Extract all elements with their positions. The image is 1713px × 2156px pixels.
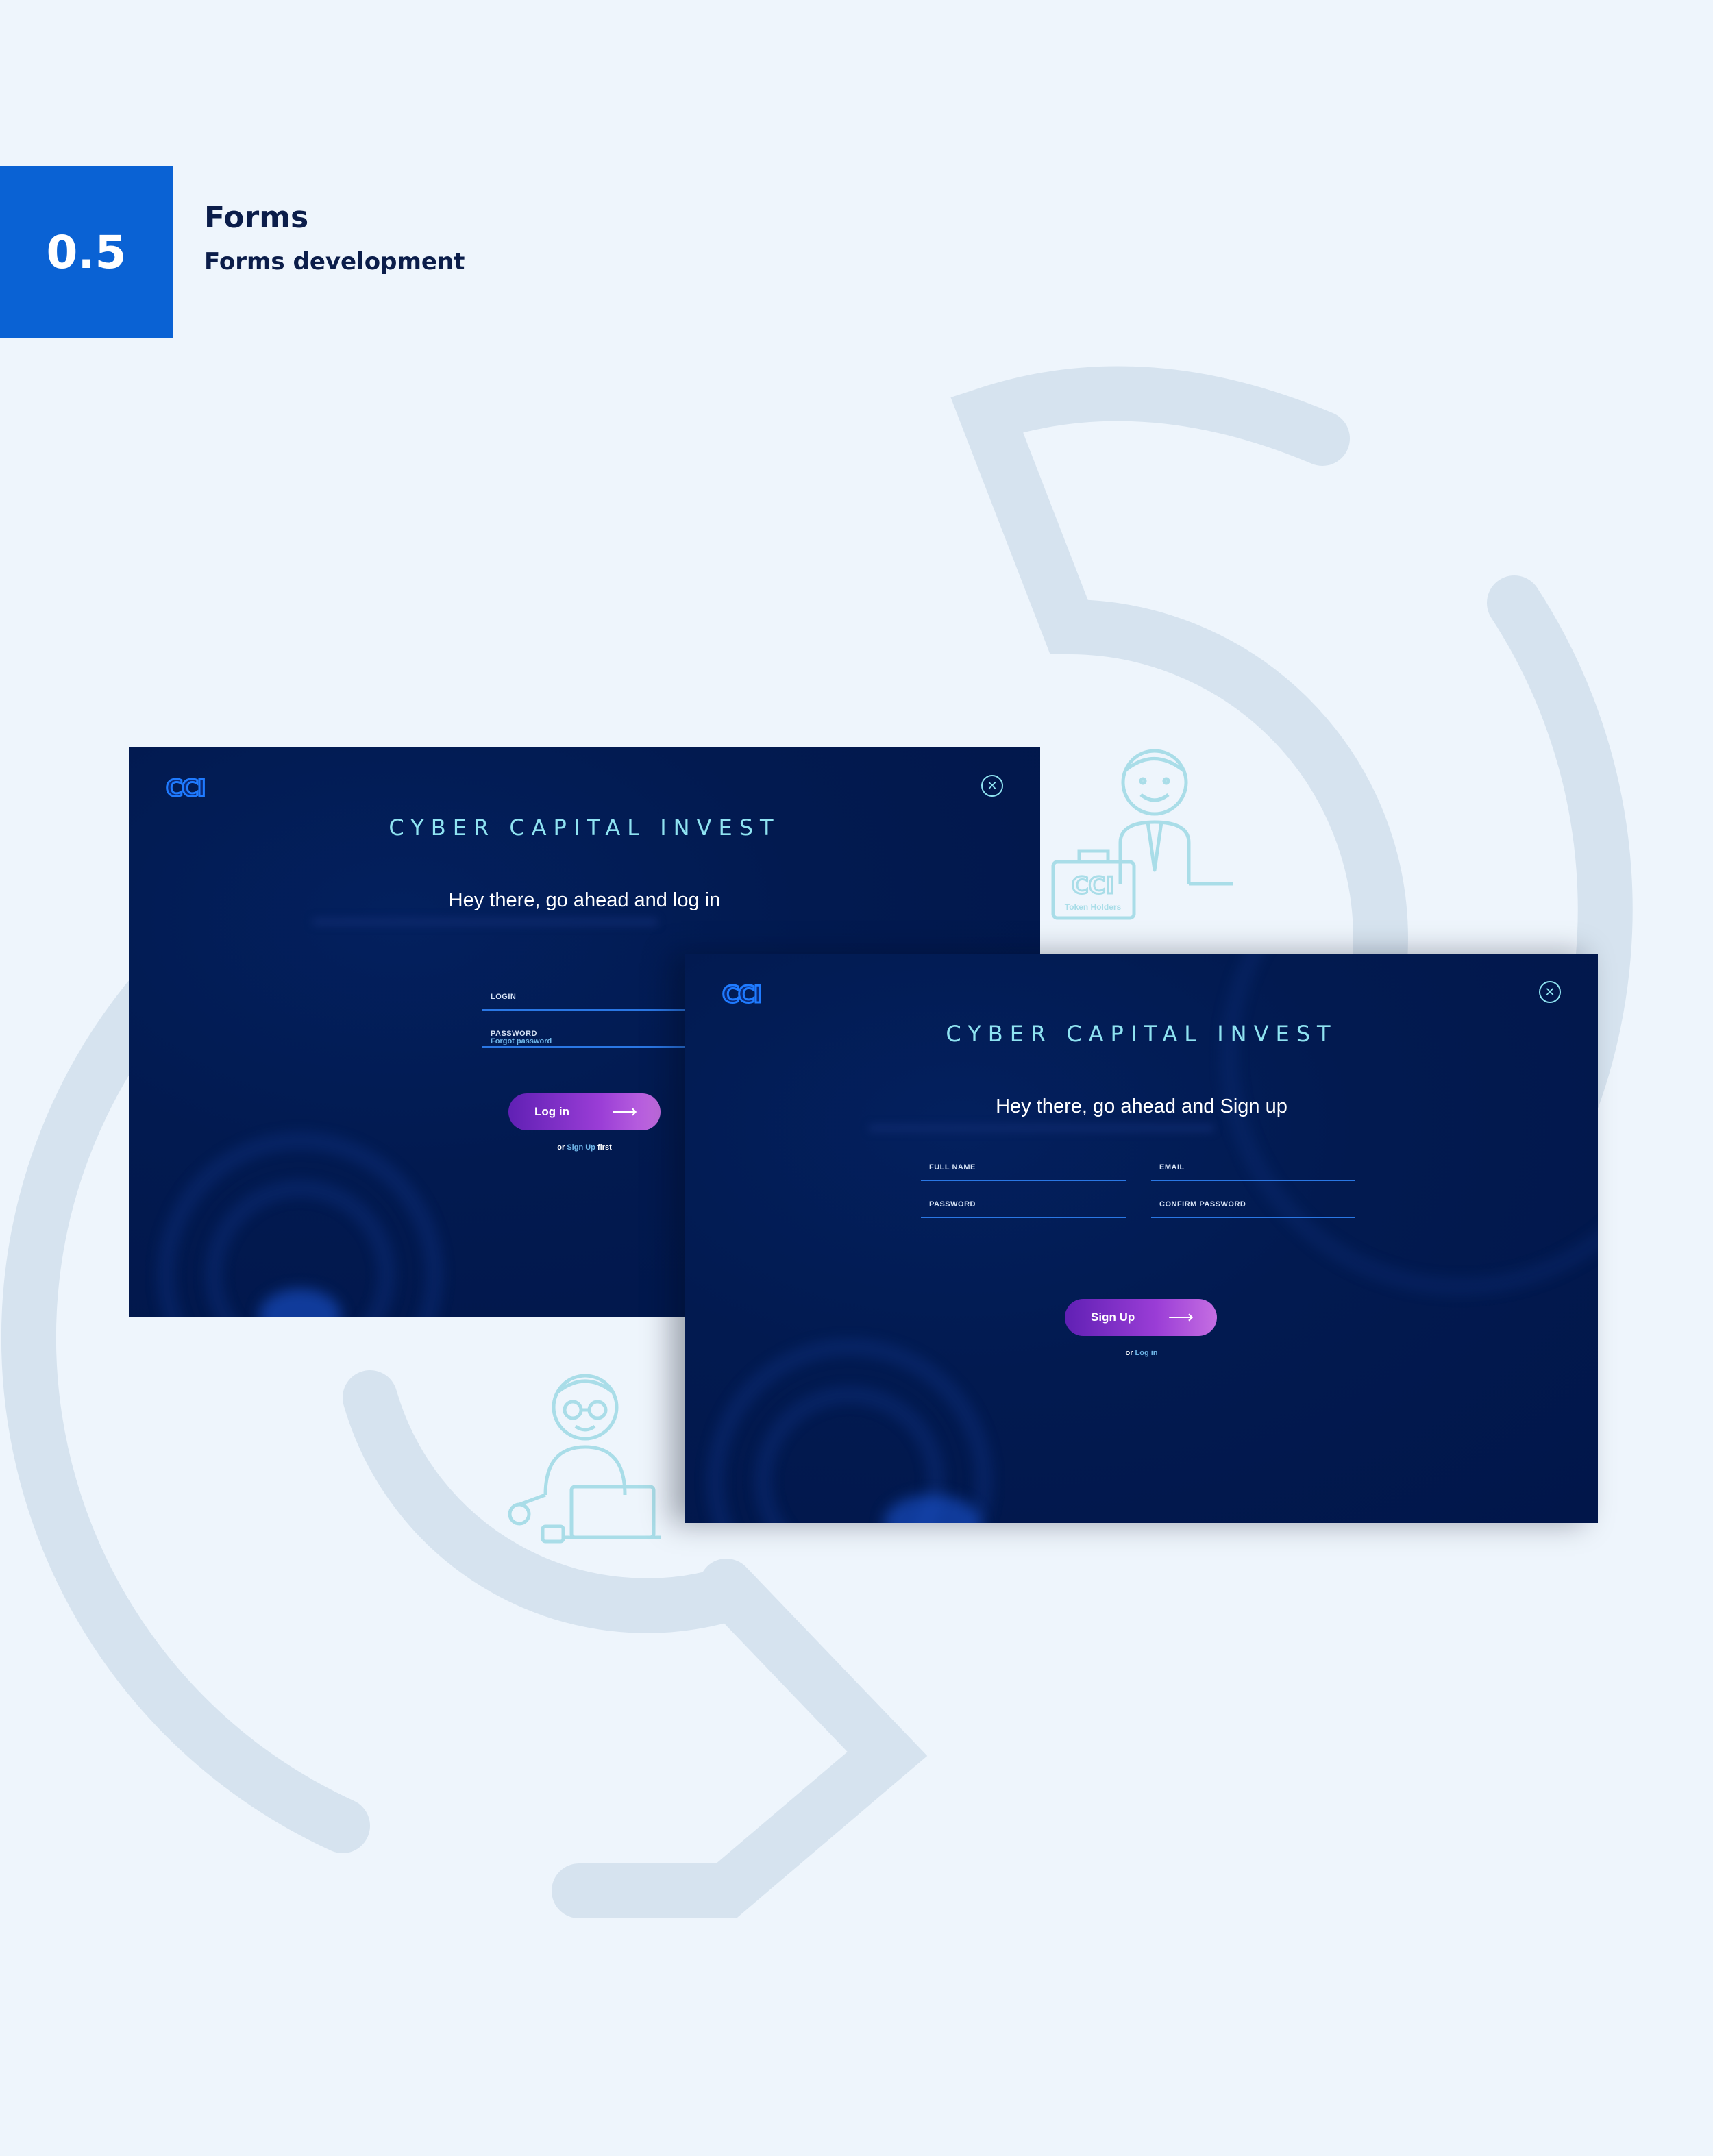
section-number: 0.5	[0, 166, 173, 338]
brand-wordmark: CYBER CAPITAL INVEST	[389, 815, 780, 841]
login-link[interactable]: Log in	[1135, 1349, 1158, 1357]
login-button[interactable]: Log in ⟶	[508, 1093, 661, 1130]
arrow-right-icon: ⟶	[611, 1101, 637, 1122]
signup-screen: ▁▁▁▁▁▁▁▁▁▁▁▁▁ CCI ✕ CYBER CAPITAL INVEST…	[685, 954, 1598, 1523]
signup-prompt-suffix: first	[597, 1143, 612, 1152]
blurred-halo	[1220, 954, 1598, 1296]
email-field[interactable]: EMAIL	[1151, 1151, 1355, 1181]
form-heading: Hey there, go ahead and log in	[448, 889, 721, 911]
section-subtitle: Forms development	[204, 248, 465, 275]
confirm-password-field-label: CONFIRM PASSWORD	[1159, 1200, 1246, 1209]
signup-link[interactable]: Sign Up	[567, 1143, 595, 1152]
login-prompt: or Log in	[685, 1349, 1598, 1357]
full-name-field-label: FULL NAME	[929, 1163, 976, 1172]
briefcase-caption: Token Holders	[1065, 902, 1122, 912]
briefcase-logo: CCI	[1072, 872, 1115, 900]
businessman-illustration: CCI Token Holders	[1051, 749, 1233, 920]
login-field-label: LOGIN	[491, 993, 517, 1001]
close-icon[interactable]: ✕	[1539, 981, 1561, 1003]
login-field[interactable]: LOGIN	[482, 980, 688, 1011]
brand-wordmark: CYBER CAPITAL INVEST	[946, 1021, 1338, 1047]
login-button-label: Log in	[534, 1105, 569, 1118]
signup-password-field[interactable]: PASSWORD	[921, 1188, 1126, 1218]
close-icon[interactable]: ✕	[981, 775, 1003, 797]
signup-password-field-label: PASSWORD	[929, 1200, 976, 1209]
cci-logo: CCI	[722, 980, 764, 1010]
cci-logo: CCI	[165, 774, 208, 804]
forgot-password-link[interactable]: Forgot password	[491, 1037, 552, 1045]
arrow-right-icon: ⟶	[1168, 1306, 1194, 1327]
email-field-label: EMAIL	[1159, 1163, 1185, 1172]
login-prompt-prefix: or	[1125, 1349, 1133, 1357]
full-name-field[interactable]: FULL NAME	[921, 1151, 1126, 1181]
signup-button[interactable]: Sign Up ⟶	[1065, 1299, 1217, 1336]
laptop-user-illustration	[508, 1374, 661, 1544]
signup-button-label: Sign Up	[1091, 1311, 1135, 1324]
confirm-password-field[interactable]: CONFIRM PASSWORD	[1151, 1188, 1355, 1218]
section-title: Forms	[204, 200, 309, 235]
form-heading: Hey there, go ahead and Sign up	[996, 1095, 1287, 1117]
signup-prompt-prefix: or	[557, 1143, 565, 1152]
